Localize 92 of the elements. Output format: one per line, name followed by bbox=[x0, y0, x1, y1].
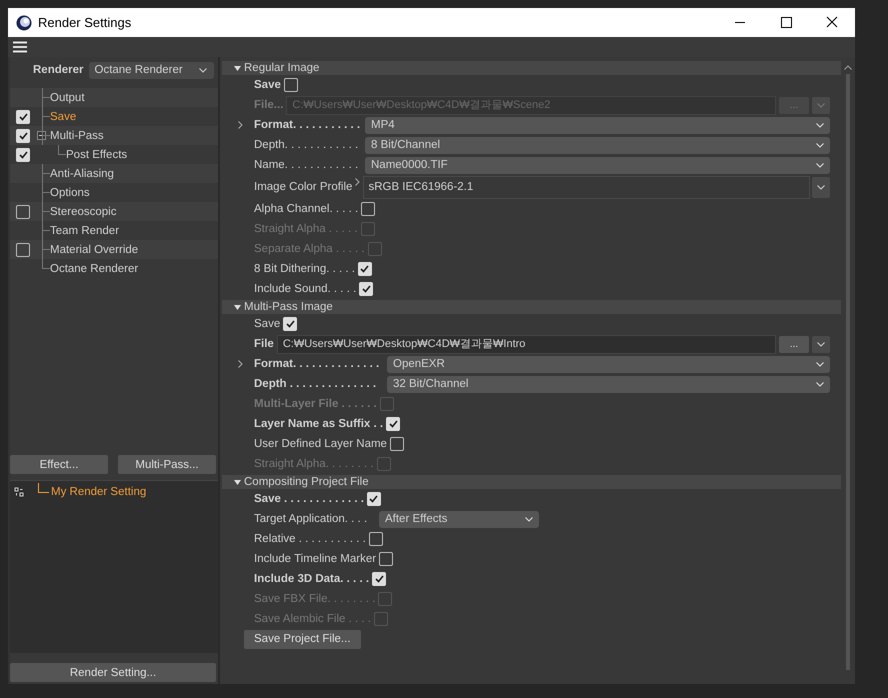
left-panel-button[interactable]: Effect... bbox=[10, 455, 108, 474]
field-label: User Defined Layer Name bbox=[254, 438, 387, 450]
section-header[interactable]: Regular Image bbox=[222, 61, 841, 75]
menu-icon[interactable] bbox=[13, 41, 27, 53]
checkbox[interactable] bbox=[379, 552, 394, 566]
field-label: Include 3D Data. . . . . bbox=[254, 573, 370, 585]
chevron-down-icon bbox=[816, 362, 824, 366]
field-label: Layer Name as Suffix . . bbox=[254, 418, 384, 430]
sphere-icon bbox=[16, 14, 32, 30]
field-label: File bbox=[254, 338, 274, 350]
chevron-down-icon bbox=[817, 102, 825, 108]
field-label: Depth . . . . . . . . . . . . . . bbox=[254, 378, 378, 390]
checkmark-icon bbox=[362, 285, 371, 293]
profile-menu-button[interactable] bbox=[812, 176, 830, 198]
field-label: Alpha Channel. . . . . bbox=[254, 203, 358, 215]
chevron-right-icon[interactable] bbox=[238, 121, 242, 129]
left-panel-button[interactable]: Multi-Pass... bbox=[118, 455, 216, 474]
scroll-up-icon[interactable] bbox=[844, 65, 852, 70]
field-label: Straight Alpha. . . . . . . . bbox=[254, 458, 374, 470]
checkmark-icon bbox=[18, 132, 28, 140]
tree-item[interactable]: Anti-Aliasing bbox=[50, 168, 114, 180]
checkmark-icon bbox=[286, 320, 295, 328]
dropdown[interactable]: 32 Bit/Channel bbox=[387, 376, 830, 392]
field-label: Save FBX File. . . . . . . . bbox=[254, 593, 376, 605]
field-label: Format. . . . . . . . . . . bbox=[254, 119, 362, 131]
dropdown[interactable]: 8 Bit/Channel bbox=[365, 136, 830, 154]
render-setting-icon bbox=[14, 487, 24, 497]
field-label: Multi-Layer File . . . . . . bbox=[254, 398, 377, 410]
chevron-down-icon bbox=[816, 142, 824, 148]
color-profile-field[interactable]: sRGB IEC61966-2.1 bbox=[363, 176, 810, 198]
chevron-down-icon bbox=[816, 382, 824, 386]
field-label: Save bbox=[254, 79, 281, 91]
tree-item[interactable]: Team Render bbox=[50, 224, 120, 236]
field-label: Straight Alpha . . . . . bbox=[254, 223, 358, 235]
preset-item[interactable]: My Render Setting bbox=[51, 486, 146, 498]
tree-item[interactable]: Options bbox=[50, 186, 90, 198]
checkbox[interactable] bbox=[368, 532, 383, 546]
browse-button[interactable]: ... bbox=[779, 336, 809, 352]
chevron-down-icon bbox=[525, 516, 533, 522]
tree-item[interactable]: Octane Renderer bbox=[50, 262, 138, 274]
checkbox[interactable] bbox=[284, 78, 298, 92]
expand-triangle-icon bbox=[234, 478, 241, 486]
renderer-label: Renderer bbox=[33, 64, 84, 76]
field-label: Image Color Profile bbox=[254, 181, 352, 193]
file-path-field[interactable]: C:₩Users₩User₩Desktop₩C4D₩결과물₩Intro bbox=[276, 334, 776, 354]
render-setting-button[interactable]: Render Setting... bbox=[10, 663, 216, 682]
field-label: File... bbox=[254, 99, 284, 111]
tree-item[interactable]: Post Effects bbox=[66, 148, 128, 160]
tree-item[interactable]: Save bbox=[50, 110, 76, 122]
checkbox[interactable] bbox=[361, 202, 376, 216]
checkmark-icon bbox=[388, 420, 398, 428]
chevron-down-icon bbox=[816, 122, 824, 128]
field-label: Target Application. . . . bbox=[254, 513, 368, 525]
chevron-right-icon[interactable] bbox=[355, 178, 360, 186]
checkmark-icon bbox=[18, 150, 28, 158]
field-label: Depth. . . . . . . . . . . . bbox=[254, 139, 360, 151]
field-label: Save . . . . . . . . . . . . . bbox=[254, 493, 364, 505]
dropdown[interactable]: OpenEXR bbox=[387, 356, 830, 372]
field-label: Separate Alpha . . . . . bbox=[254, 243, 365, 255]
field-label: Name. . . . . . . . . . . . bbox=[254, 159, 360, 171]
save-project-file-button[interactable]: Save Project File... bbox=[244, 630, 361, 648]
field-label: Relative . . . . . . . . . . . bbox=[254, 533, 366, 545]
expand-triangle-icon bbox=[234, 304, 241, 310]
field-label: Include Timeline Marker bbox=[254, 553, 376, 565]
checkmark-icon bbox=[369, 495, 378, 503]
tree-item[interactable]: Multi-Pass bbox=[50, 130, 104, 142]
section-header[interactable]: Compositing Project File bbox=[222, 475, 841, 489]
dropdown[interactable]: MP4 bbox=[365, 116, 830, 134]
checkbox[interactable] bbox=[390, 437, 404, 451]
dropdown[interactable]: After Effects bbox=[379, 510, 539, 528]
checkbox[interactable] bbox=[16, 242, 30, 256]
checkbox[interactable] bbox=[16, 204, 30, 218]
section-header[interactable]: Multi-Pass Image bbox=[222, 300, 841, 314]
tree-item[interactable]: Output bbox=[50, 92, 85, 104]
renderer-dropdown[interactable]: Octane Renderer bbox=[88, 62, 214, 78]
checkmark-icon bbox=[374, 575, 384, 583]
field-label: Save Alembic File . . . . bbox=[254, 613, 371, 625]
field-label: Format. . . . . . . . . . . . . . bbox=[254, 358, 380, 370]
field-label: Include Sound. . . . . bbox=[254, 283, 356, 295]
expand-triangle-icon bbox=[234, 64, 241, 72]
chevron-down-icon bbox=[817, 184, 825, 190]
checkmark-icon bbox=[18, 112, 28, 120]
window-title: Render Settings bbox=[38, 15, 132, 30]
chevron-down-icon bbox=[198, 68, 206, 72]
field-label: 8 Bit Dithering. . . . . bbox=[254, 263, 355, 275]
file-menu-button[interactable] bbox=[812, 336, 830, 352]
chevron-down-icon bbox=[816, 162, 824, 168]
chevron-right-icon[interactable] bbox=[238, 360, 242, 368]
chevron-down-icon bbox=[817, 342, 825, 346]
field-label: Save bbox=[254, 318, 280, 330]
checkmark-icon bbox=[360, 265, 370, 273]
dropdown[interactable]: Name0000.TIF bbox=[365, 156, 830, 174]
